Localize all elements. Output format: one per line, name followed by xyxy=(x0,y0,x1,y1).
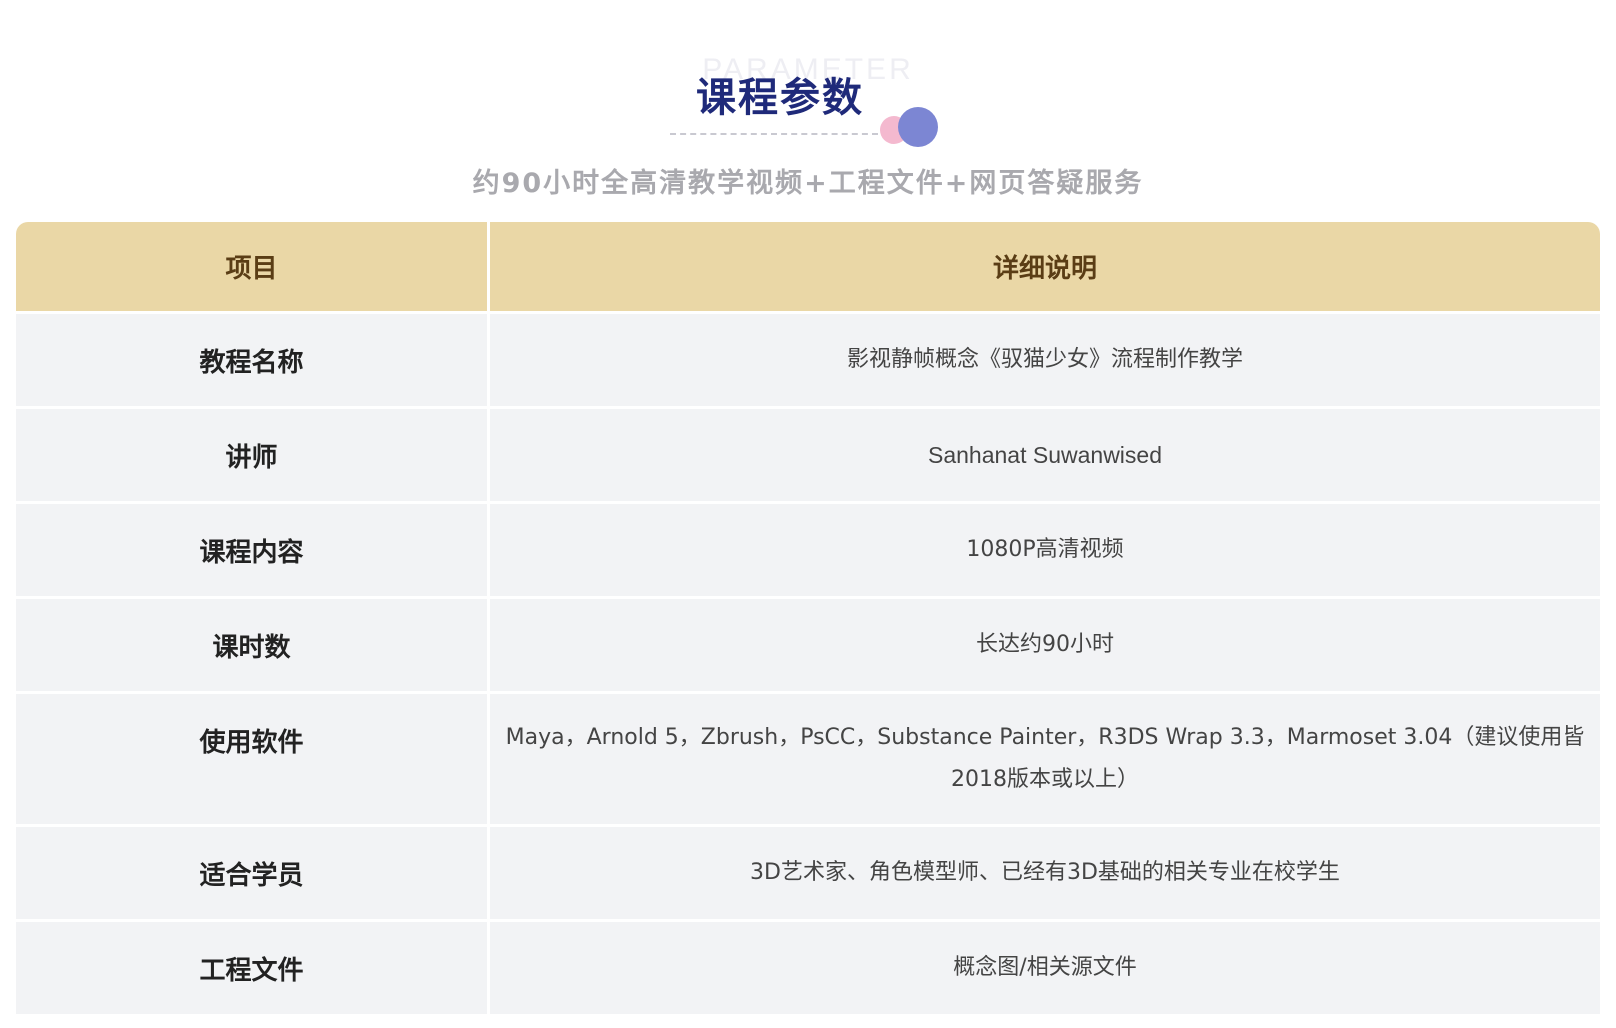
row-label-course-content: 课程内容 xyxy=(16,504,490,596)
row-value-target-students: 3D艺术家、角色模型师、已经有3D基础的相关专业在校学生 xyxy=(750,860,1340,885)
table-row: 适合学员 3D艺术家、角色模型师、已经有3D基础的相关专业在校学生 xyxy=(16,827,1600,922)
row-label-target-students: 适合学员 xyxy=(16,827,490,919)
section-title: 课程参数 xyxy=(696,75,864,121)
row-label-hours: 课时数 xyxy=(16,599,490,691)
row-label-software: 使用软件 xyxy=(16,694,490,824)
row-value-project-files: 概念图/相关源文件 xyxy=(953,955,1137,980)
row-label-project-files: 工程文件 xyxy=(16,922,490,1014)
section-subtitle: 约90小时全高清教学视频+工程文件+网页答疑服务 xyxy=(472,168,1144,199)
table-row: 工程文件 概念图/相关源文件 xyxy=(16,922,1600,1017)
table-row: 教程名称 影视静帧概念《驭猫少女》流程制作教学 xyxy=(16,314,1600,409)
row-value-hours: 长达约90小时 xyxy=(976,632,1114,657)
row-value-software: Maya，Arnold 5，Zbrush，PsCC，Substance Pain… xyxy=(505,725,1585,792)
row-value-instructor: Sanhanat Suwanwised xyxy=(928,442,1162,468)
decorative-blue-dot-icon xyxy=(898,107,938,147)
parameters-table: 项目 详细说明 教程名称 影视静帧概念《驭猫少女》流程制作教学 讲师 Sanha… xyxy=(16,222,1600,1017)
row-value-course-content: 1080P高清视频 xyxy=(966,537,1124,562)
table-row: 使用软件 Maya，Arnold 5，Zbrush，PsCC，Substance… xyxy=(16,694,1600,827)
table-row: 课程内容 1080P高清视频 xyxy=(16,504,1600,599)
column-header-detail: 详细说明 xyxy=(992,254,1097,284)
column-header-item: 项目 xyxy=(16,222,490,311)
row-label-instructor: 讲师 xyxy=(16,409,490,501)
table-header-row: 项目 详细说明 xyxy=(16,222,1600,314)
row-value-tutorial-name: 影视静帧概念《驭猫少女》流程制作教学 xyxy=(846,347,1243,372)
table-row: 讲师 Sanhanat Suwanwised xyxy=(16,409,1600,504)
row-label-tutorial-name: 教程名称 xyxy=(16,314,490,406)
table-row: 课时数 长达约90小时 xyxy=(16,599,1600,694)
title-divider xyxy=(670,133,878,135)
